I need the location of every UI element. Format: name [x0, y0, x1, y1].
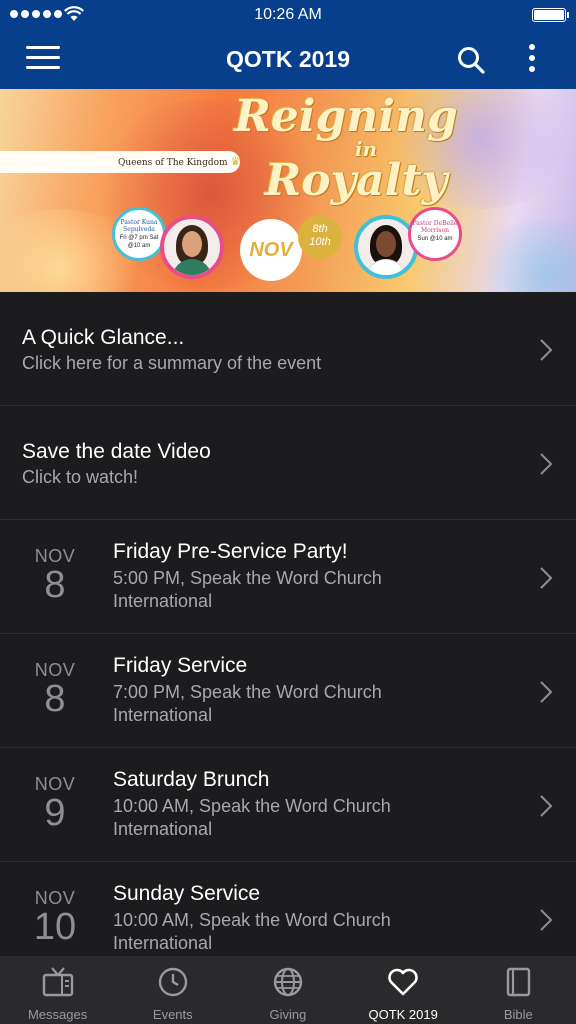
nav-bar: QOTK 2019: [0, 30, 576, 89]
banner-dates: 8th 10th: [298, 215, 342, 259]
tab-bar: Messages Events Giving QOTK 2019 Bible: [0, 956, 576, 1024]
heart-icon: [388, 968, 418, 996]
status-time: 10:26 AM: [254, 6, 322, 23]
chevron-right-icon: [540, 453, 553, 475]
globe-icon: [273, 967, 303, 997]
event-title: Friday Service: [113, 654, 248, 677]
event-row[interactable]: NOV 8 Friday Service 7:00 PM, Speak the …: [0, 634, 576, 748]
event-subtitle: 10:00 AM, Speak the Word Church Internat…: [113, 910, 391, 953]
list-item-save-date-video[interactable]: Save the date Video Click to watch!: [0, 406, 576, 520]
event-row[interactable]: NOV 8 Friday Pre-Service Party! 5:00 PM,…: [0, 520, 576, 634]
event-day: 8: [44, 678, 66, 720]
chevron-right-icon: [540, 795, 553, 817]
tab-label: Events: [152, 1007, 193, 1022]
tab-events[interactable]: Events: [115, 956, 230, 1024]
battery-icon: [532, 8, 569, 22]
event-day: 9: [44, 792, 66, 834]
event-title: Sunday Service: [113, 882, 261, 905]
event-subtitle: 7:00 PM, Speak the Word Church Internati…: [113, 682, 382, 725]
tab-qotk-2019[interactable]: QOTK 2019: [346, 956, 461, 1024]
pastor-left-photo: [160, 215, 224, 279]
banner-ribbon: Queens of The Kingdom ♛: [0, 151, 240, 173]
event-subtitle: 10:00 AM, Speak the Word Church Internat…: [113, 796, 391, 839]
event-row[interactable]: NOV 9 Saturday Brunch 10:00 AM, Speak th…: [0, 748, 576, 862]
tab-giving[interactable]: Giving: [230, 956, 345, 1024]
tab-label: Messages: [27, 1007, 88, 1022]
event-title: Friday Pre-Service Party!: [113, 540, 348, 563]
clock-icon: [158, 967, 187, 997]
event-subtitle: 5:00 PM, Speak the Word Church Internati…: [113, 568, 382, 611]
list-item-quick-glance[interactable]: A Quick Glance... Click here for a summa…: [0, 292, 576, 406]
pastor-left-badge: Pastor Kuna Sepulveda Fri @7 pm Sat @10 …: [112, 207, 166, 261]
list-item-subtitle: Click here for a summary of the event: [22, 353, 322, 373]
list-item-title: A Quick Glance...: [22, 326, 185, 349]
more-options-icon[interactable]: [526, 44, 538, 76]
page-title: QOTK 2019: [226, 46, 350, 72]
event-row[interactable]: NOV 10 Sunday Service 10:00 AM, Speak th…: [0, 862, 576, 956]
event-list: A Quick Glance... Click here for a summa…: [0, 292, 576, 956]
list-item-subtitle: Click to watch!: [22, 467, 139, 487]
event-day: 10: [33, 906, 77, 948]
tab-label: Bible: [503, 1007, 533, 1022]
event-title: Saturday Brunch: [113, 768, 270, 791]
book-icon: [507, 967, 531, 997]
status-bar: 10:26 AM: [0, 0, 576, 30]
chevron-right-icon: [540, 339, 553, 361]
tab-bible[interactable]: Bible: [461, 956, 576, 1024]
tab-label: Giving: [269, 1007, 307, 1022]
banner-month: NOV: [240, 219, 302, 281]
tv-icon: [42, 967, 73, 997]
tab-label: QOTK 2019: [368, 1007, 438, 1022]
banner-title: Reigning in Royalty: [234, 91, 458, 206]
pastor-right-badge: Pastor DeBelle Morrison Sun @10 am: [408, 207, 462, 261]
list-item-title: Save the date Video: [22, 440, 211, 463]
search-icon[interactable]: [456, 45, 486, 75]
event-day: 8: [44, 564, 66, 606]
chevron-right-icon: [540, 909, 553, 931]
chevron-right-icon: [540, 681, 553, 703]
event-banner: Queens of The Kingdom ♛ Reigning in Roya…: [0, 89, 576, 292]
chevron-right-icon: [540, 567, 553, 589]
tab-messages[interactable]: Messages: [0, 956, 115, 1024]
